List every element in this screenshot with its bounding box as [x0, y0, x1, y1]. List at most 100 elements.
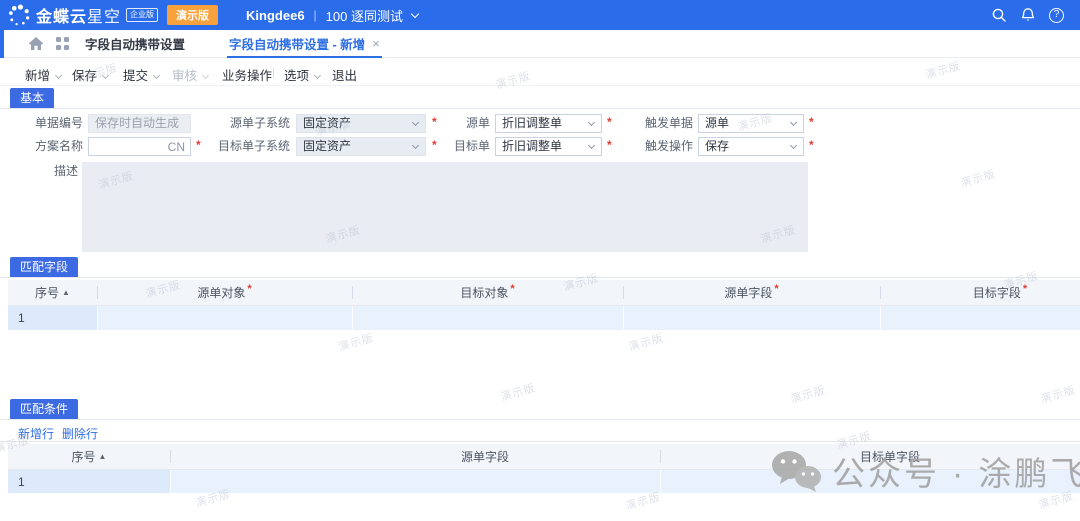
chevron-down-icon — [55, 72, 62, 79]
source-bill-select[interactable]: 折旧调整单 — [495, 114, 602, 133]
required-mark: * — [1023, 283, 1027, 295]
left-accent-strip — [0, 30, 4, 58]
chevron-down-icon — [790, 119, 797, 126]
trigger-action-select[interactable]: 保存 — [698, 137, 804, 156]
description-textarea[interactable] — [82, 162, 808, 252]
column-header-target-bill-field: 目标单字段 — [660, 444, 1080, 469]
brand-title: 金蝶云星空 — [36, 3, 121, 27]
target-subsystem-select: 固定资产 — [296, 137, 426, 156]
trigger-bill-label: 触发单据 — [625, 114, 693, 133]
workspace-switcher[interactable]: 100 逐同测试 — [326, 6, 403, 25]
delete-row-button[interactable]: 删除行 — [62, 425, 98, 442]
toolbar-divider: | — [272, 65, 275, 79]
options-button[interactable]: 选项 — [284, 65, 320, 84]
demo-watermark: 演示版 — [1038, 381, 1077, 406]
new-button[interactable]: 新增 — [25, 65, 61, 84]
column-header-target-field: 目标字段* — [880, 280, 1080, 305]
cell-source-object[interactable] — [97, 306, 352, 330]
cell-source-field[interactable] — [170, 470, 660, 493]
notification-bell-icon[interactable] — [1020, 7, 1036, 23]
account-name: Kingdee6 — [246, 8, 305, 23]
required-mark: * — [510, 283, 514, 295]
chevron-down-icon — [102, 72, 109, 79]
search-icon[interactable] — [991, 7, 1007, 23]
row-seq-cell[interactable]: 1 — [8, 306, 97, 330]
required-mark: * — [247, 283, 251, 295]
column-header-source-field: 源单字段 — [170, 444, 660, 469]
edition-badge: 企业版 — [126, 8, 158, 22]
bill-no-label: 单据编号 — [0, 114, 83, 133]
section-divider — [0, 108, 1080, 109]
topbar: 金蝶云星空 企业版 演示版 Kingdee6 | 100 逐同测试 ? — [0, 0, 1080, 30]
toolbar: 新增 保存 提交 审核 业务操作 | 选项 退出 — [0, 58, 1080, 86]
cell-target-field[interactable] — [880, 306, 1080, 330]
close-icon[interactable]: × — [372, 36, 380, 51]
audit-button: 审核 — [172, 65, 208, 84]
section-divider — [0, 419, 1080, 420]
scheme-name-label: 方案名称 — [0, 137, 83, 156]
add-row-button[interactable]: 新增行 — [18, 425, 54, 442]
tabbar: 字段自动携带设置 字段自动携带设置 - 新增 × — [0, 30, 1080, 58]
required-mark: * — [607, 115, 612, 129]
column-header-seq[interactable]: 序号▲ — [8, 280, 97, 305]
demo-watermark: 演示版 — [626, 329, 665, 354]
demo-watermark: 演示版 — [336, 329, 375, 354]
source-subsystem-select: 固定资产 — [296, 114, 426, 133]
topbar-divider: | — [314, 8, 317, 22]
required-mark: * — [774, 283, 778, 295]
required-mark: * — [809, 138, 814, 152]
section-tab-match-conditions[interactable]: 匹配条件 — [10, 399, 78, 419]
save-button[interactable]: 保存 — [72, 65, 108, 84]
help-icon[interactable]: ? — [1049, 8, 1064, 23]
section-divider — [0, 441, 1080, 442]
chevron-down-icon — [412, 142, 419, 149]
scheme-name-input[interactable] — [94, 140, 164, 154]
source-bill-label: 源单 — [430, 114, 490, 133]
match-fields-header: 序号▲ 源单对象* 目标对象* 源单字段* 目标字段* — [8, 280, 1080, 306]
match-conditions-row[interactable]: 1 — [8, 470, 1080, 493]
kingdee-logo-icon — [8, 4, 31, 27]
demo-watermark: 演示版 — [788, 381, 827, 406]
target-subsystem-label: 目标单子系统 — [160, 137, 290, 156]
chevron-down-icon — [588, 142, 595, 149]
match-conditions-header: 序号▲ 源单字段 目标单字段 — [8, 444, 1080, 470]
tab-field-carry-settings-new[interactable]: 字段自动携带设置 - 新增 × — [227, 30, 382, 58]
source-subsystem-label: 源单子系统 — [175, 114, 290, 133]
column-header-target-object: 目标对象* — [352, 280, 623, 305]
cell-target-object[interactable] — [352, 306, 623, 330]
app-menu-icon[interactable] — [56, 37, 69, 50]
cell-source-field[interactable] — [623, 306, 880, 330]
section-divider — [0, 277, 1080, 278]
demo-watermark: 演示版 — [498, 379, 537, 404]
required-mark: * — [809, 115, 814, 129]
tab-field-carry-settings[interactable]: 字段自动携带设置 — [85, 34, 185, 53]
kingdee-app: 金蝶云星空 企业版 演示版 Kingdee6 | 100 逐同测试 ? 字段自动… — [0, 0, 1080, 521]
chevron-down-icon — [153, 72, 160, 79]
submit-button[interactable]: 提交 — [123, 65, 159, 84]
chevron-down-icon — [314, 72, 321, 79]
exit-button[interactable]: 退出 — [332, 65, 357, 84]
demo-version-badge: 演示版 — [167, 5, 218, 25]
column-header-source-object: 源单对象* — [97, 280, 352, 305]
business-operations-button[interactable]: 业务操作 — [222, 65, 272, 84]
column-header-seq[interactable]: 序号▲ — [8, 444, 170, 469]
target-bill-select[interactable]: 折旧调整单 — [495, 137, 602, 156]
chevron-down-icon — [790, 142, 797, 149]
section-tab-basic[interactable]: 基本 — [10, 88, 54, 108]
sort-asc-icon: ▲ — [99, 452, 107, 461]
chevron-down-icon — [202, 72, 209, 79]
demo-watermark: 演示版 — [958, 165, 997, 190]
chevron-down-icon[interactable] — [411, 9, 419, 17]
chevron-down-icon — [412, 119, 419, 126]
required-mark: * — [607, 138, 612, 152]
column-header-source-field: 源单字段* — [623, 280, 880, 305]
row-seq-cell[interactable]: 1 — [8, 470, 170, 493]
target-bill-label: 目标单 — [430, 137, 490, 156]
chevron-down-icon — [588, 119, 595, 126]
match-fields-row[interactable]: 1 — [8, 306, 1080, 330]
trigger-action-label: 触发操作 — [625, 137, 693, 156]
trigger-bill-select[interactable]: 源单 — [698, 114, 804, 133]
cell-target-bill-field[interactable] — [660, 470, 1080, 493]
home-icon[interactable] — [28, 36, 44, 51]
section-tab-match-fields[interactable]: 匹配字段 — [10, 257, 78, 277]
